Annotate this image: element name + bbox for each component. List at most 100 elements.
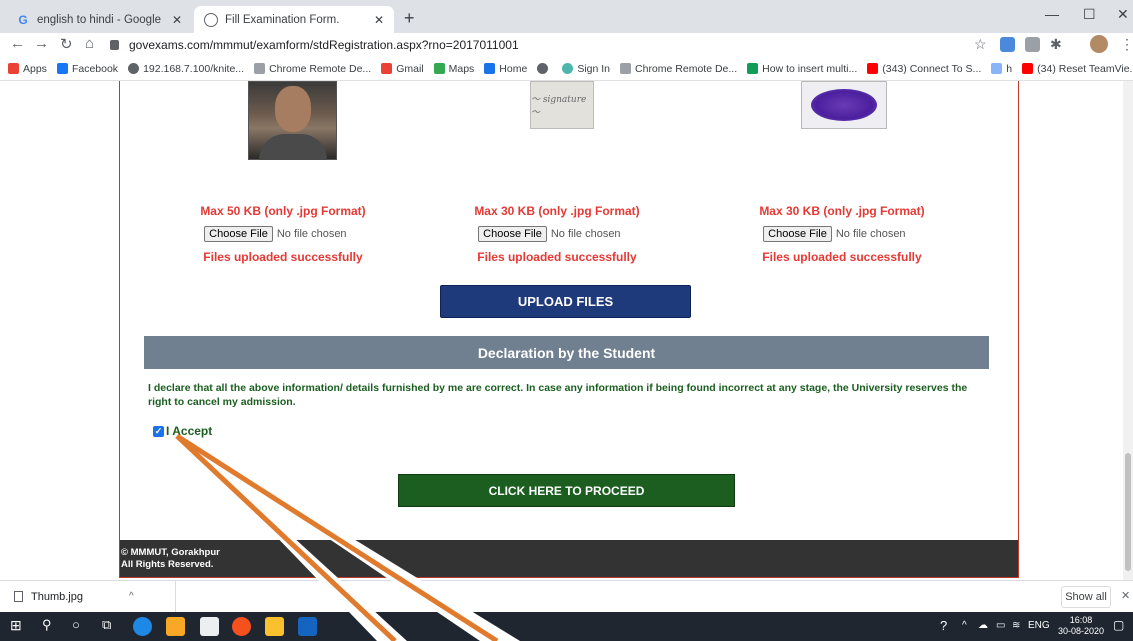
- help-icon[interactable]: ?: [940, 618, 947, 633]
- choose-file-button[interactable]: Choose File: [763, 226, 832, 242]
- bookmark-apps[interactable]: Apps: [8, 63, 47, 75]
- extension-icon[interactable]: [1000, 37, 1015, 52]
- close-icon[interactable]: ✕: [172, 13, 182, 27]
- extension-icon[interactable]: [1025, 37, 1040, 52]
- minimize-icon[interactable]: —: [1045, 6, 1059, 22]
- clock-time: 16:08: [1069, 615, 1093, 625]
- windows-start-icon[interactable]: ⊞: [10, 617, 29, 636]
- proceed-button[interactable]: CLICK HERE TO PROCEED: [398, 474, 735, 507]
- bookmark-home[interactable]: Home: [484, 63, 527, 75]
- bookmark-connect[interactable]: (343) Connect To S...: [867, 63, 981, 75]
- bookmark-teamviewer[interactable]: (34) Reset TeamVie...: [1022, 63, 1133, 75]
- upload-files-button[interactable]: UPLOAD FILES: [440, 285, 691, 318]
- home-icon[interactable]: ⌂: [85, 35, 94, 52]
- accept-checkbox[interactable]: ✓: [153, 425, 164, 437]
- bookmark-chrome-remote[interactable]: Chrome Remote De...: [620, 63, 737, 75]
- address-bar[interactable]: govexams.com/mmmut/examform/stdRegistrat…: [110, 34, 1020, 56]
- max-size-label: Max 30 KB (only .jpg Format): [474, 204, 640, 218]
- chevron-up-icon[interactable]: ^: [129, 591, 134, 602]
- clock-date: 30-08-2020: [1058, 626, 1105, 636]
- footer-copyright: © MMMUT, Gorakhpur: [121, 547, 220, 558]
- chrome-icon[interactable]: [232, 617, 251, 636]
- student-photo: [248, 81, 337, 160]
- accept-label: I Accept: [166, 424, 213, 438]
- battery-icon[interactable]: ▭: [996, 620, 1005, 631]
- signature-image: 〜 signature 〜: [530, 81, 594, 129]
- bookmark-maps[interactable]: Maps: [433, 63, 474, 75]
- scroll-thumb[interactable]: [1125, 453, 1131, 571]
- sheets-icon: [747, 63, 759, 74]
- puzzle-icon[interactable]: ✱: [1050, 36, 1062, 53]
- tab-examination-form[interactable]: Fill Examination Form. ✕: [194, 6, 394, 33]
- remote-desktop-icon: [620, 63, 632, 74]
- onedrive-icon[interactable]: ☁: [978, 620, 988, 631]
- bookmark-chrome-remote[interactable]: Chrome Remote De...: [254, 63, 371, 75]
- lock-icon: [110, 40, 119, 50]
- declaration-text: I declare that all the above information…: [148, 382, 968, 408]
- bookmark-insert-multi[interactable]: How to insert multi...: [747, 63, 857, 75]
- page-content: 〜 signature 〜 Max 50 KB (only .jpg Forma…: [0, 81, 1133, 580]
- file-status: No file chosen: [550, 228, 621, 240]
- maximize-icon[interactable]: ☐: [1083, 6, 1096, 23]
- globe-icon: [537, 63, 549, 74]
- word-icon[interactable]: [298, 617, 317, 636]
- new-tab-button[interactable]: +: [404, 8, 415, 29]
- bookmark-facebook[interactable]: Facebook: [56, 63, 118, 75]
- tab-title: Fill Examination Form.: [225, 13, 340, 26]
- bookmark-knite[interactable]: 192.168.7.100/knite...: [128, 63, 244, 75]
- back-icon[interactable]: ←: [10, 35, 25, 52]
- download-item[interactable]: Thumb.jpg ^: [8, 581, 176, 612]
- lang-indicator[interactable]: ENG: [1028, 620, 1050, 631]
- window-close-icon[interactable]: ✕: [1117, 6, 1129, 23]
- sticky-notes-icon[interactable]: [265, 617, 284, 636]
- bookmark-h[interactable]: h: [991, 63, 1012, 75]
- upload-success-label: Files uploaded successfully: [203, 250, 363, 264]
- cortana-icon[interactable]: ○: [72, 617, 91, 636]
- globe-icon: [204, 12, 218, 27]
- wifi-icon[interactable]: ≋: [1012, 620, 1020, 631]
- windows-taskbar: ⊞ ⚲ ○ ⧉ ? ^ ☁ ▭ ≋ ENG 16:08 30-08-2020 ▢: [0, 612, 1133, 641]
- footer-rights: All Rights Reserved.: [121, 559, 214, 570]
- task-view-icon[interactable]: ⧉: [102, 617, 121, 636]
- forward-icon[interactable]: →: [34, 35, 49, 52]
- upload-success-label: Files uploaded successfully: [477, 250, 637, 264]
- youtube-icon: [1022, 63, 1034, 74]
- clock[interactable]: 16:08 30-08-2020: [1058, 615, 1104, 637]
- download-filename: Thumb.jpg: [31, 590, 83, 603]
- menu-icon[interactable]: ⋮: [1120, 36, 1133, 53]
- accept-checkbox-row[interactable]: ✓ I Accept: [153, 424, 212, 438]
- home-icon: [484, 63, 496, 74]
- bookmark-globe[interactable]: [537, 63, 552, 74]
- tab-google-search[interactable]: G english to hindi - Google Search ✕: [6, 6, 192, 33]
- edge-icon[interactable]: [133, 617, 152, 636]
- close-icon[interactable]: ✕: [374, 13, 384, 27]
- google-icon: G: [18, 12, 28, 27]
- mail-icon[interactable]: [200, 617, 219, 636]
- choose-file-button[interactable]: Choose File: [478, 226, 547, 242]
- gmail-icon: [381, 63, 393, 74]
- youtube-icon: [867, 63, 879, 74]
- chevron-up-icon[interactable]: ^: [962, 620, 967, 631]
- thumb-upload: Max 30 KB (only .jpg Format) Choose File…: [712, 204, 972, 264]
- reload-icon[interactable]: ↻: [60, 35, 73, 53]
- notification-icon[interactable]: ▢: [1113, 618, 1124, 632]
- upload-success-label: Files uploaded successfully: [762, 250, 922, 264]
- show-all-button[interactable]: Show all: [1061, 586, 1111, 608]
- bookmark-sign-in[interactable]: Sign In: [562, 63, 610, 75]
- avatar[interactable]: [1090, 35, 1108, 53]
- max-size-label: Max 50 KB (only .jpg Format): [200, 204, 366, 218]
- page-footer: © MMMUT, Gorakhpur All Rights Reserved.: [120, 540, 1018, 577]
- choose-file-button[interactable]: Choose File: [204, 226, 273, 242]
- bookmark-gmail[interactable]: Gmail: [381, 63, 424, 75]
- download-bar: Thumb.jpg ^ Show all ✕: [0, 580, 1133, 612]
- star-icon[interactable]: ☆: [974, 36, 987, 53]
- page-scrollbar[interactable]: [1123, 81, 1133, 580]
- apps-icon: [8, 63, 19, 74]
- max-size-label: Max 30 KB (only .jpg Format): [759, 204, 925, 218]
- close-icon[interactable]: ✕: [1121, 589, 1130, 602]
- search-icon[interactable]: ⚲: [42, 617, 61, 636]
- facebook-icon: [56, 63, 68, 74]
- bookmarks-bar: Apps Facebook 192.168.7.100/knite... Chr…: [0, 57, 1133, 81]
- file-explorer-icon[interactable]: [166, 617, 185, 636]
- thumb-impression-image: [801, 81, 887, 129]
